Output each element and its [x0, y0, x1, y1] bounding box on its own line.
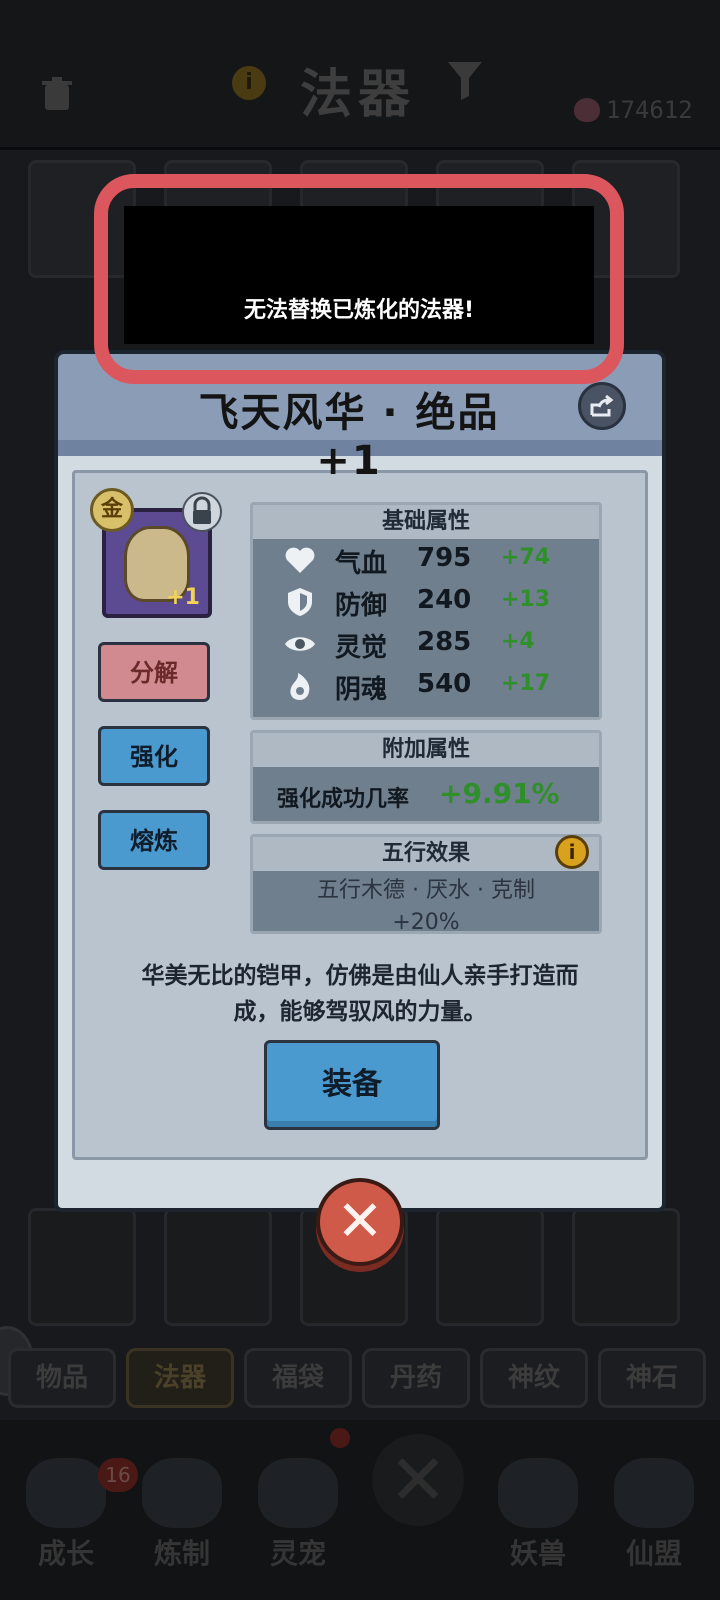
tab-items[interactable]: 物品 [8, 1348, 116, 1408]
stat-name: 阴魂 [335, 675, 388, 705]
effect-line: +20% [392, 910, 460, 935]
disassemble-button[interactable]: 分解 [98, 642, 210, 702]
stat-bonus: +17 [501, 671, 551, 696]
share-button[interactable] [578, 382, 626, 430]
tab-lucky-bags[interactable]: 福袋 [244, 1348, 352, 1408]
nav-growth[interactable]: 成长 16 [6, 1458, 138, 1572]
bottom-nav: 成长 16 炼制 灵宠 ✕ 妖兽 仙盟 [0, 1420, 720, 1600]
growth-icon [26, 1458, 106, 1528]
stat-name: 气血 [335, 549, 388, 579]
panel-title: 基础属性 [253, 505, 599, 539]
close-button[interactable]: ✕ [316, 1178, 404, 1266]
stat-bonus: +4 [501, 629, 535, 654]
eye-icon [285, 637, 315, 651]
item-description: 华美无比的铠甲，仿佛是由仙人亲手打造而 成，能够驾驭风的力量。 [94, 958, 626, 1030]
stat-value: 240 [417, 585, 472, 615]
soul-flame-icon [290, 673, 310, 700]
share-icon [590, 394, 614, 417]
pet-icon [258, 1458, 338, 1528]
extra-attribute-value: +9.91% [439, 777, 560, 810]
page-title: 法器 [300, 65, 417, 125]
highlight-box [94, 174, 624, 384]
tab-divine-patterns[interactable]: 神纹 [480, 1348, 588, 1408]
notification-dot [330, 1428, 350, 1448]
lock-icon[interactable] [182, 490, 222, 534]
tab-artifacts[interactable]: 法器 [126, 1348, 234, 1408]
nav-pets[interactable]: 灵宠 [238, 1458, 358, 1572]
nav-alliance[interactable]: 仙盟 [594, 1458, 714, 1572]
panel-title: 五行效果 [253, 837, 599, 871]
extra-attributes-panel: 附加属性 强化成功几率 +9.91% [250, 730, 602, 824]
stat-row: 灵觉 285 +4 [253, 623, 599, 665]
description-line: 成，能够驾驭风的力量。 [233, 999, 487, 1025]
tab-divine-stones[interactable]: 神石 [598, 1348, 706, 1408]
stat-row: 阴魂 540 +17 [253, 665, 599, 707]
five-elements-panel: 五行效果 i 五行木德 · 厌水 · 克制 +20% [250, 834, 602, 935]
equip-button[interactable]: 装备 [264, 1040, 440, 1130]
stat-row: 气血 795 +74 [253, 539, 599, 581]
effect-line: 五行木德 · 厌水 · 克制 [317, 878, 535, 903]
panel-title: 附加属性 [253, 733, 599, 767]
heart-icon [285, 547, 315, 573]
extra-attribute-label: 强化成功几率 [277, 787, 410, 812]
info-icon[interactable]: i [555, 835, 589, 869]
base-attributes-panel: 基础属性 气血 795 +74 防御 240 +13 灵觉 285 +4 阴魂 … [250, 502, 602, 720]
nav-label: 成长 [37, 1537, 94, 1570]
nav-label: 仙盟 [625, 1537, 682, 1570]
nav-label: 灵宠 [269, 1537, 326, 1570]
category-tabs: 物品 法器 福袋 丹药 神纹 神石 [0, 1340, 720, 1416]
item-detail-modal: 飞天风华 · 绝品 +1 金 +1 分解 强化 熔炼 基础属性 气血 795 +… [54, 350, 666, 1235]
top-bar: i 法器 174612 [0, 0, 720, 150]
item-title: 飞天风华 · 绝品 +1 [198, 390, 500, 484]
description-line: 华美无比的铠甲，仿佛是由仙人亲手打造而 [141, 963, 579, 989]
nav-beasts[interactable]: 妖兽 [478, 1458, 598, 1572]
extra-attribute-row: 强化成功几率 +9.91% [253, 767, 599, 823]
nav-crafting[interactable]: 炼制 [122, 1458, 242, 1572]
five-elements-effect: 五行木德 · 厌水 · 克制 +20% [253, 871, 599, 939]
gem-icon [574, 98, 600, 122]
stat-bonus: +13 [501, 587, 551, 612]
enhance-button[interactable]: 强化 [98, 726, 210, 786]
stat-bonus: +74 [501, 545, 551, 570]
stat-name: 防御 [335, 591, 388, 621]
tab-pills[interactable]: 丹药 [362, 1348, 470, 1408]
close-icon: ✕ [336, 1189, 384, 1254]
rank-badge: 金 [90, 488, 134, 532]
crafting-icon [142, 1458, 222, 1528]
trash-icon[interactable] [40, 76, 74, 112]
nav-label: 妖兽 [509, 1537, 566, 1570]
smelt-button[interactable]: 熔炼 [98, 810, 210, 870]
stat-value: 285 [417, 627, 472, 657]
alliance-icon [614, 1458, 694, 1528]
stat-value: 540 [417, 669, 472, 699]
stat-row: 防御 240 +13 [253, 581, 599, 623]
stat-value: 795 [417, 543, 472, 573]
beast-icon [498, 1458, 578, 1528]
nav-close-icon[interactable]: ✕ [372, 1434, 464, 1526]
item-level: +1 [166, 585, 200, 610]
nav-label: 炼制 [153, 1537, 210, 1570]
info-icon[interactable]: i [232, 66, 266, 100]
shield-icon [288, 588, 312, 616]
currency-display: 174612 [574, 96, 693, 124]
stat-name: 灵觉 [335, 633, 388, 663]
filter-icon[interactable] [446, 58, 484, 102]
currency-value: 174612 [606, 96, 693, 124]
